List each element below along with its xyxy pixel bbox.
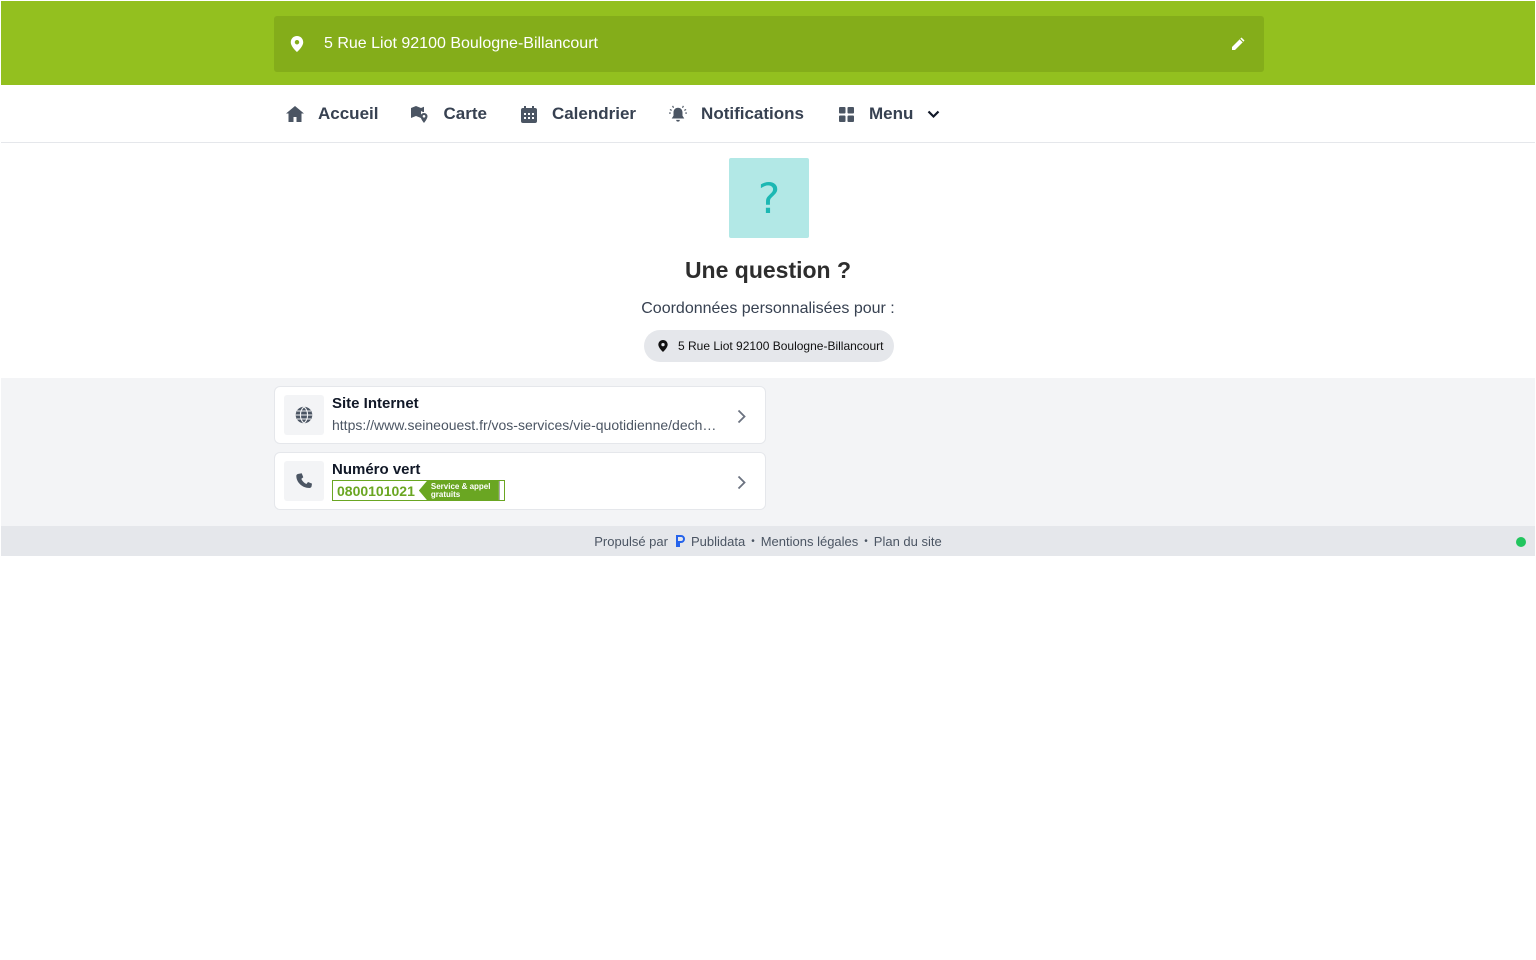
- address-chip: 5 Rue Liot 92100 Boulogne-Billancourt: [644, 330, 894, 362]
- legal-notice-link[interactable]: Mentions légales: [761, 534, 859, 549]
- nav-item-label: Notifications: [701, 104, 804, 123]
- globe-icon: [284, 395, 324, 435]
- pencil-icon[interactable]: [1228, 34, 1248, 54]
- contact-title: Site Internet: [332, 395, 419, 412]
- footer: Propulsé par Publidata • Mentions légale…: [1, 526, 1535, 556]
- nav-item-menu[interactable]: Menu: [837, 85, 941, 143]
- top-header: 5 Rue Liot 92100 Boulogne-Billancourt: [1, 1, 1535, 85]
- bell-icon: [669, 105, 688, 123]
- main-nav: Accueil Carte Calendrier Notifications M…: [1, 85, 1535, 143]
- publidata-link[interactable]: Publidata: [691, 534, 745, 549]
- address-chip-text: 5 Rue Liot 92100 Boulogne-Billancourt: [678, 339, 884, 353]
- badge-end: [498, 481, 504, 500]
- publidata-logo-icon: [675, 535, 686, 547]
- nav-item-label: Calendrier: [551, 104, 637, 123]
- free-call-tag: Service & appel gratuits: [418, 481, 499, 500]
- chevron-right-icon: [735, 473, 747, 491]
- question-icon: ?: [729, 158, 809, 238]
- nav-item-accueil[interactable]: Accueil: [286, 85, 378, 143]
- chevron-right-icon: [735, 407, 747, 425]
- contact-title: Numéro vert: [332, 461, 421, 478]
- footer-separator: •: [751, 535, 755, 547]
- sitemap-link[interactable]: Plan du site: [874, 534, 942, 549]
- nav-item-label: Accueil: [318, 104, 379, 123]
- contact-hero: ? Une question ? Coordonnées personnalis…: [1, 143, 1535, 378]
- status-indicator: [1516, 537, 1526, 547]
- phone-icon: [284, 461, 324, 501]
- page-title: Une question ?: [684, 257, 852, 283]
- nav-item-label: Carte: [443, 104, 487, 123]
- contacts-section: Site Internet https://www.seineouest.fr/…: [1, 378, 1535, 526]
- nav-item-calendrier[interactable]: Calendrier: [520, 85, 636, 143]
- phone-number: 0800101021: [337, 483, 415, 499]
- map-pin-icon: [290, 36, 304, 52]
- website-link[interactable]: https://www.seineouest.fr/vos-services/v…: [332, 417, 724, 433]
- chevron-down-icon: [927, 107, 941, 121]
- nav-item-notifications[interactable]: Notifications: [669, 85, 804, 143]
- map-pin-icon: [658, 340, 670, 353]
- contact-card-website[interactable]: Site Internet https://www.seineouest.fr/…: [274, 386, 766, 444]
- address-bar[interactable]: 5 Rue Liot 92100 Boulogne-Billancourt: [274, 16, 1264, 72]
- address-text: 5 Rue Liot 92100 Boulogne-Billancourt: [324, 35, 598, 52]
- contact-card-phone[interactable]: Numéro vert 0800101021 Service & appel g…: [274, 452, 766, 510]
- green-number-badge[interactable]: 0800101021 Service & appel gratuits: [332, 480, 505, 501]
- footer-separator: •: [864, 535, 868, 547]
- grid-icon: [837, 105, 855, 123]
- nav-item-label: Menu: [869, 104, 914, 123]
- calendar-icon: [520, 105, 538, 123]
- nav-item-carte[interactable]: Carte: [411, 85, 487, 143]
- page-subtitle: Coordonnées personnalisées pour :: [641, 300, 895, 317]
- home-icon: [286, 105, 304, 123]
- question-glyph: ?: [757, 173, 781, 223]
- map-icon: [411, 105, 429, 123]
- powered-by-label: Propulsé par: [594, 533, 668, 549]
